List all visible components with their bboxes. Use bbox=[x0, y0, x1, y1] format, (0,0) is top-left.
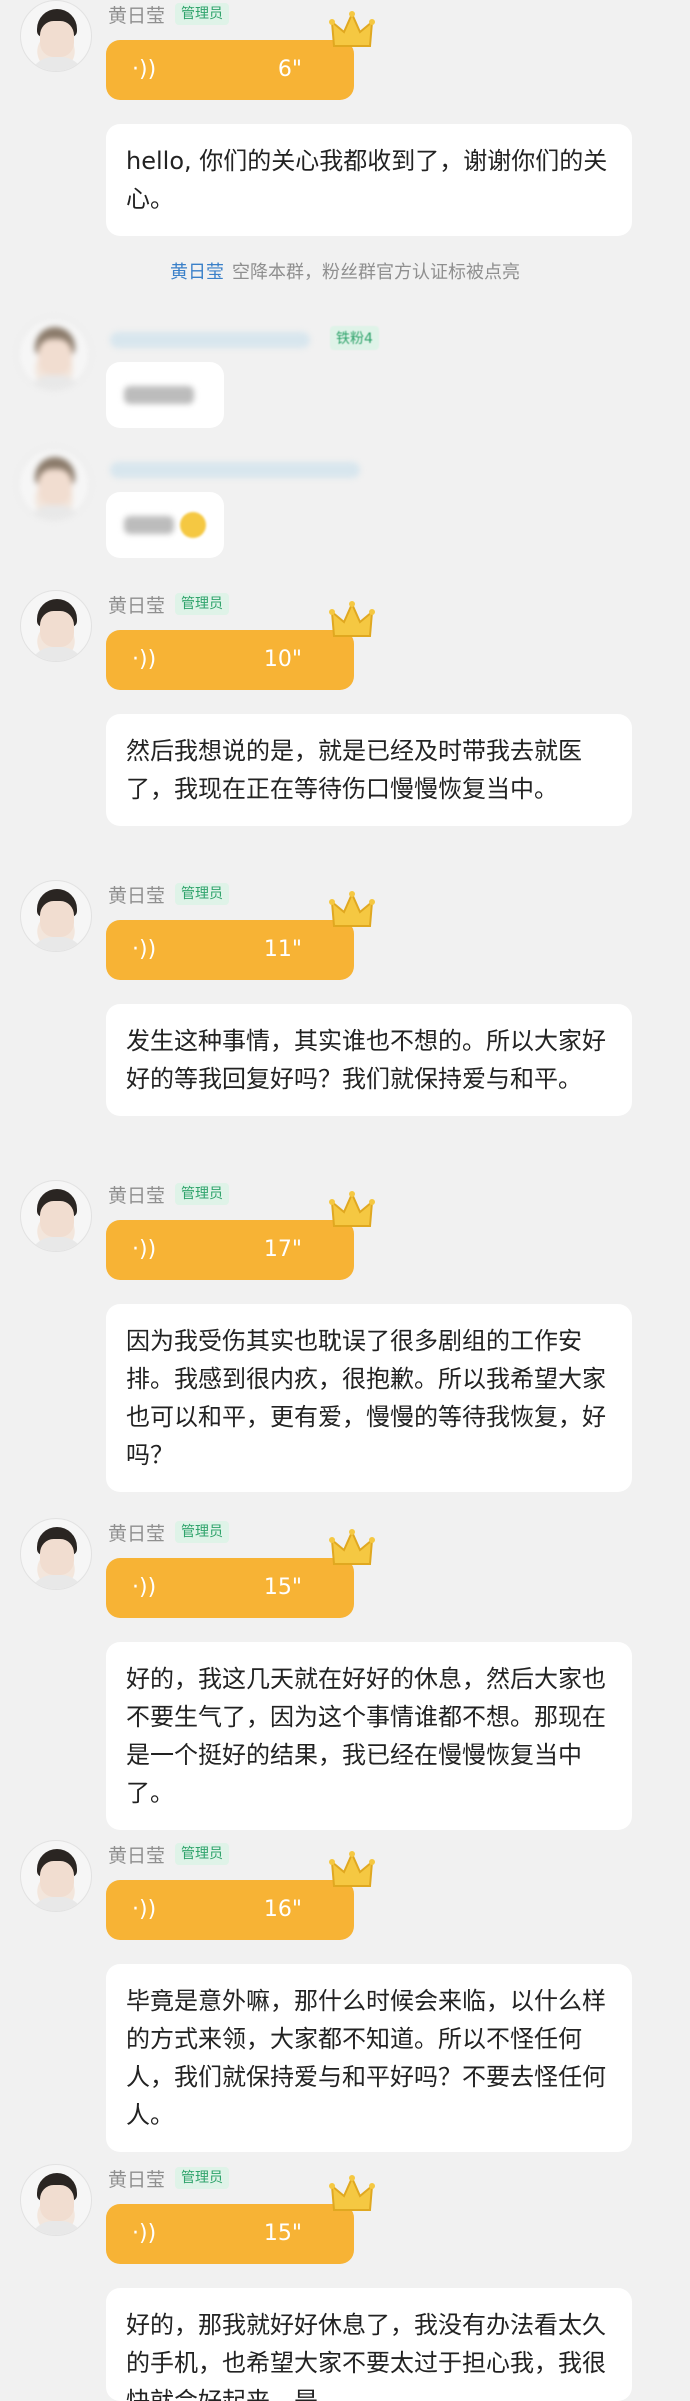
crown-icon bbox=[329, 1191, 375, 1227]
avatar[interactable] bbox=[20, 2164, 92, 2236]
text-message: 好的，我这几天就在好好的休息，然后大家也不要生气了，因为这个事情谁都不想。那现在… bbox=[106, 1642, 632, 1830]
sender-line: 黄日莹 管理员 bbox=[108, 1840, 230, 1868]
voice-message[interactable]: ·)) 15" bbox=[106, 1529, 375, 1618]
voice-message[interactable]: ·)) 11" bbox=[106, 891, 375, 980]
voice-message[interactable]: ·)) 6" bbox=[106, 11, 375, 100]
text-message: 毕竟是意外嘛，那什么时候会来临，以什么样的方式来领，大家都不知道。所以不怪任何人… bbox=[106, 1964, 632, 2152]
text-message: 发生这种事情，其实谁也不想的。所以大家好好的等我回复好吗？我们就保持爱与和平。 bbox=[106, 1004, 632, 1116]
voice-message[interactable]: ·)) 17" bbox=[106, 1191, 375, 1280]
sender-name: 黄日莹 bbox=[108, 4, 166, 27]
sender-name: 黄日莹 bbox=[108, 1522, 166, 1545]
crown-icon bbox=[329, 11, 375, 47]
crown-icon bbox=[329, 2175, 375, 2211]
admin-badge: 管理员 bbox=[175, 883, 230, 905]
avatar[interactable] bbox=[18, 318, 90, 390]
voice-duration: 6" bbox=[277, 57, 302, 82]
avatar[interactable] bbox=[20, 880, 92, 952]
sound-wave-icon: ·)) bbox=[132, 937, 157, 962]
voice-duration: 15" bbox=[263, 1575, 302, 1600]
sound-wave-icon: ·)) bbox=[132, 1897, 157, 1922]
sound-wave-icon: ·)) bbox=[132, 647, 157, 672]
crown-icon bbox=[329, 601, 375, 637]
sound-wave-icon: ·)) bbox=[132, 1575, 157, 1600]
voice-message[interactable]: ·)) 10" bbox=[106, 601, 375, 690]
text-message: 然后我想说的是，就是已经及时带我去就医了，我现在正在等待伤口慢慢恢复当中。 bbox=[106, 714, 632, 826]
sender-name: 黄日莹 bbox=[108, 884, 166, 907]
voice-message[interactable]: ·)) 16" bbox=[106, 1851, 375, 1940]
avatar[interactable] bbox=[20, 1518, 92, 1590]
voice-message[interactable]: ·)) 15" bbox=[106, 2175, 375, 2264]
system-notice: 黄日莹 空降本群，粉丝群官方认证标被点亮 bbox=[0, 258, 690, 284]
crown-icon bbox=[329, 891, 375, 927]
admin-badge: 管理员 bbox=[175, 1521, 230, 1543]
voice-duration: 10" bbox=[263, 647, 302, 672]
avatar[interactable] bbox=[20, 590, 92, 662]
sender-line: 黄日莹 管理员 bbox=[108, 880, 230, 908]
avatar[interactable] bbox=[18, 448, 90, 520]
avatar[interactable] bbox=[20, 1180, 92, 1252]
crown-icon bbox=[329, 1529, 375, 1565]
system-notice-name[interactable]: 黄日莹 bbox=[170, 262, 224, 283]
sender-name: 黄日莹 bbox=[108, 594, 166, 617]
admin-badge: 管理员 bbox=[175, 1843, 230, 1865]
sender-name: 黄日莹 bbox=[108, 1844, 166, 1867]
chat-screen: { "chat": { "admin_name": "黄日莹", "admin_… bbox=[0, 0, 690, 2401]
fan-badge: 铁粉4 bbox=[330, 326, 379, 350]
avatar[interactable] bbox=[20, 0, 92, 72]
voice-duration: 11" bbox=[263, 937, 302, 962]
blurred-name bbox=[110, 332, 310, 348]
admin-badge: 管理员 bbox=[175, 3, 230, 25]
blurred-bubble bbox=[106, 492, 224, 558]
sender-line: 黄日莹 管理员 bbox=[108, 0, 230, 28]
text-message: 因为我受伤其实也耽误了很多剧组的工作安排。我感到很内疚，很抱歉。所以我希望大家也… bbox=[106, 1304, 632, 1492]
admin-badge: 管理员 bbox=[175, 593, 230, 615]
voice-duration: 17" bbox=[263, 1237, 302, 1262]
system-notice-text: 空降本群，粉丝群官方认证标被点亮 bbox=[232, 262, 520, 283]
admin-badge: 管理员 bbox=[175, 1183, 230, 1205]
admin-badge: 管理员 bbox=[175, 2167, 230, 2189]
sender-line: 黄日莹 管理员 bbox=[108, 1180, 230, 1208]
sender-line: 黄日莹 管理员 bbox=[108, 1518, 230, 1546]
sender-name: 黄日莹 bbox=[108, 1184, 166, 1207]
sound-wave-icon: ·)) bbox=[132, 57, 157, 82]
sender-line: 黄日莹 管理员 bbox=[108, 2164, 230, 2192]
sound-wave-icon: ·)) bbox=[132, 1237, 157, 1262]
voice-duration: 16" bbox=[263, 1897, 302, 1922]
blurred-name bbox=[110, 462, 360, 478]
blurred-bubble bbox=[106, 362, 224, 428]
voice-duration: 15" bbox=[263, 2221, 302, 2246]
text-message: hello, 你们的关心我都收到了，谢谢你们的关心。 bbox=[106, 124, 632, 236]
text-message: 好的，那我就好好休息了，我没有办法看太久的手机，也希望大家不要太过于担心我，我很… bbox=[106, 2288, 632, 2401]
sound-wave-icon: ·)) bbox=[132, 2221, 157, 2246]
avatar[interactable] bbox=[20, 1840, 92, 1912]
sender-name: 黄日莹 bbox=[108, 2168, 166, 2191]
sender-line: 黄日莹 管理员 bbox=[108, 590, 230, 618]
crown-icon bbox=[329, 1851, 375, 1887]
